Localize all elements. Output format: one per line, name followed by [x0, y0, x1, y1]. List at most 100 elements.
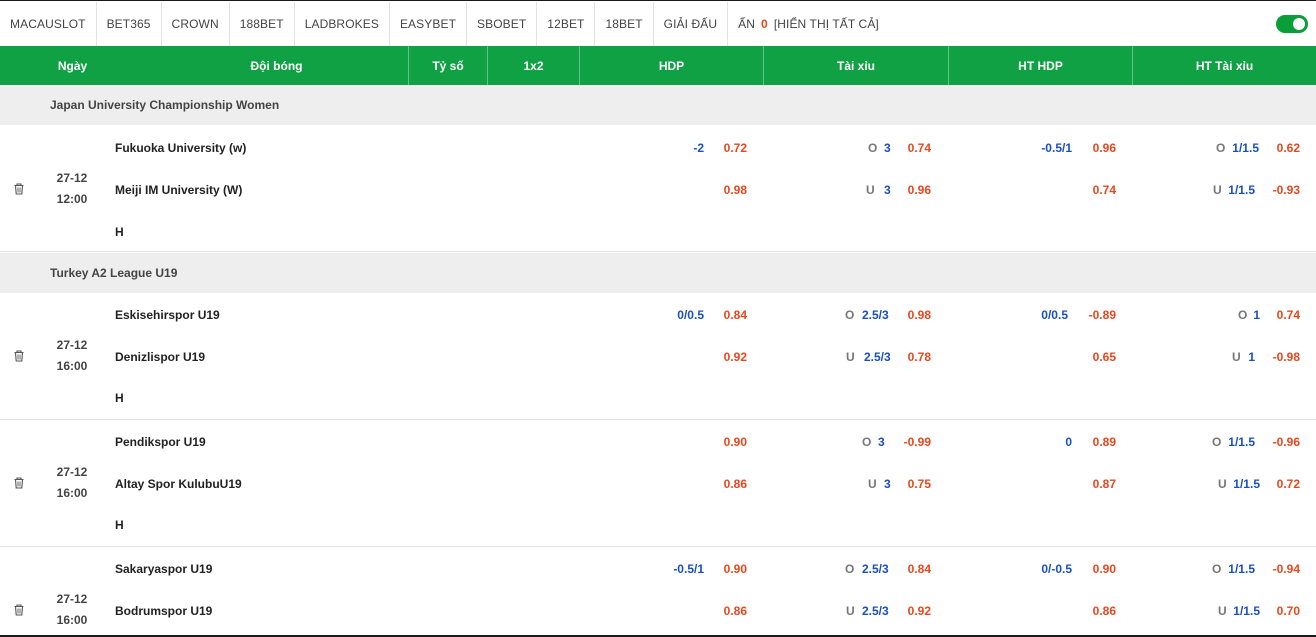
hdp-away-price[interactable]: 0.86 [724, 477, 747, 491]
away-team[interactable]: Meiji IM University (W) [115, 183, 242, 197]
ou-over-label: O [845, 308, 855, 322]
ou-under-price[interactable]: 0.92 [908, 604, 931, 618]
table-header: Ngày Đội bóng Tỷ số 1x2 HDP Tài xỉu HT H… [0, 46, 1316, 85]
ou-over-line: 3 [884, 141, 891, 155]
ou-over-price[interactable]: 0.74 [908, 141, 931, 155]
ht-hdp-home-price[interactable]: 0.96 [1093, 141, 1116, 155]
ou-under-line: 2.5/3 [864, 350, 891, 364]
ht-ou-over-label: O [1212, 435, 1222, 449]
hidden-count: 0 [761, 16, 768, 31]
ou-under-label: U [846, 350, 855, 364]
tab-18bet[interactable]: 18BET [595, 1, 654, 46]
hdp-away-price[interactable]: 0.98 [724, 183, 747, 197]
match-date: 27-12 16:00 [50, 335, 94, 377]
ht-ou-over-line: 1/1.5 [1228, 435, 1255, 449]
hdp-line: -0.5/1 [673, 562, 704, 576]
ou-under-price[interactable]: 0.96 [908, 183, 931, 197]
ou-over-line: 2.5/3 [862, 562, 889, 576]
draw-label[interactable]: H [115, 225, 124, 239]
ht-hdp-home-price[interactable]: 0.90 [1093, 562, 1116, 576]
away-team[interactable]: Altay Spor KulubuU19 [115, 477, 242, 491]
match-day: 27-12 [56, 465, 88, 479]
home-team[interactable]: Pendikspor U19 [115, 435, 206, 449]
toggle-switch[interactable] [1276, 15, 1308, 33]
ht-ou-under-price[interactable]: -0.98 [1273, 350, 1300, 364]
ou-under-line: 3 [884, 183, 891, 197]
ou-over-price[interactable]: 0.98 [908, 308, 931, 322]
ht-ou-over-price[interactable]: -0.94 [1273, 562, 1300, 576]
match-row: 27-12 16:00 Sakaryaspor U19 Bodrumspor U1… [0, 547, 1316, 635]
ht-hdp-away-price[interactable]: 0.86 [1093, 604, 1116, 618]
match-time: 16:00 [56, 613, 88, 627]
hdp-away-price[interactable]: 0.92 [724, 350, 747, 364]
hdp-away-price[interactable]: 0.86 [724, 604, 747, 618]
header-hdp: HDP [580, 46, 764, 85]
ht-hdp-away-price[interactable]: 0.65 [1093, 350, 1116, 364]
header-ht-hdp: HT HDP [949, 46, 1133, 85]
ou-over-price[interactable]: -0.99 [904, 435, 931, 449]
ou-under-price[interactable]: 0.75 [908, 477, 931, 491]
ht-hdp-away-price[interactable]: 0.74 [1093, 183, 1116, 197]
away-team[interactable]: Bodrumspor U19 [115, 604, 212, 618]
ht-hdp-home-price[interactable]: -0.89 [1089, 308, 1116, 322]
hdp-home-price[interactable]: 0.90 [724, 435, 747, 449]
ou-over-price[interactable]: 0.84 [908, 562, 931, 576]
ht-ou-under-price[interactable]: -0.93 [1273, 183, 1300, 197]
header-over-under: Tài xỉu [764, 46, 949, 85]
ht-hdp-home-price[interactable]: 0.89 [1093, 435, 1116, 449]
tab-crown[interactable]: CROWN [162, 1, 230, 46]
tab-ladbrokes[interactable]: LADBROKES [295, 1, 390, 46]
hdp-home-price[interactable]: 0.90 [724, 562, 747, 576]
trash-icon[interactable] [12, 476, 26, 490]
toggle-knob [1293, 18, 1305, 30]
league-row: Japan University Championship Women [0, 85, 1316, 125]
ht-hdp-line: 0 [1065, 435, 1072, 449]
ht-hdp-line: 0/-0.5 [1041, 562, 1072, 576]
header-score: Tỷ số [409, 46, 488, 85]
trash-icon[interactable] [12, 349, 26, 363]
ht-hdp-away-price[interactable]: 0.87 [1093, 477, 1116, 491]
ou-under-price[interactable]: 0.78 [908, 350, 931, 364]
ou-over-label: O [868, 141, 878, 155]
match-row: 27-12 16:00 Pendikspor U19 Altay Spor Kul… [0, 420, 1316, 547]
tab-leagues[interactable]: GIẢI ĐẤU [654, 1, 729, 46]
trash-icon[interactable] [12, 182, 26, 196]
ou-under-label: U [846, 604, 855, 618]
trash-icon[interactable] [12, 603, 26, 617]
away-team[interactable]: Denizlispor U19 [115, 350, 205, 364]
tab-easybet[interactable]: EASYBET [390, 1, 468, 46]
ou-under-label: U [868, 477, 877, 491]
tab-macauslot[interactable]: MACAUSLOT [0, 1, 97, 46]
hdp-home-price[interactable]: 0.72 [724, 141, 747, 155]
draw-label[interactable]: H [115, 391, 124, 405]
tab-188bet[interactable]: 188BET [230, 1, 295, 46]
ht-ou-over-price[interactable]: 0.62 [1277, 141, 1300, 155]
home-team[interactable]: Eskisehirspor U19 [115, 308, 220, 322]
ht-ou-over-price[interactable]: 0.74 [1277, 308, 1300, 322]
ou-over-line: 2.5/3 [862, 308, 889, 322]
ht-ou-over-label: O [1238, 308, 1248, 322]
match-row: 27-12 12:00 Fukuoka University (w) Meiji … [0, 125, 1316, 252]
match-row: 27-12 16:00 Eskisehirspor U19 Denizlispor… [0, 293, 1316, 420]
hdp-line: -2 [693, 141, 704, 155]
ht-ou-under-label: U [1213, 183, 1222, 197]
ht-ou-under-line: 1/1.5 [1233, 604, 1260, 618]
ou-over-label: O [862, 435, 872, 449]
ht-ou-over-price[interactable]: -0.96 [1273, 435, 1300, 449]
hdp-home-price[interactable]: 0.84 [724, 308, 747, 322]
show-all-link[interactable]: [HIỂN THỊ TẤT CẢ] [774, 17, 879, 31]
header-date: Ngày [57, 58, 88, 73]
tab-bet365[interactable]: BET365 [97, 1, 162, 46]
match-day: 27-12 [56, 338, 88, 352]
tab-sbobet[interactable]: SBOBET [467, 1, 538, 46]
draw-label[interactable]: H [115, 518, 124, 532]
home-team[interactable]: Fukuoka University (w) [115, 141, 246, 155]
home-team[interactable]: Sakaryaspor U19 [115, 562, 212, 576]
tab-12bet[interactable]: 12BET [537, 1, 596, 46]
ht-ou-under-price[interactable]: 0.70 [1277, 604, 1300, 618]
ou-under-label: U [866, 183, 875, 197]
ou-under-line: 2.5/3 [862, 604, 889, 618]
ht-ou-under-price[interactable]: 0.72 [1277, 477, 1300, 491]
match-time: 12:00 [56, 192, 88, 206]
hdp-line: 0/0.5 [677, 308, 704, 322]
